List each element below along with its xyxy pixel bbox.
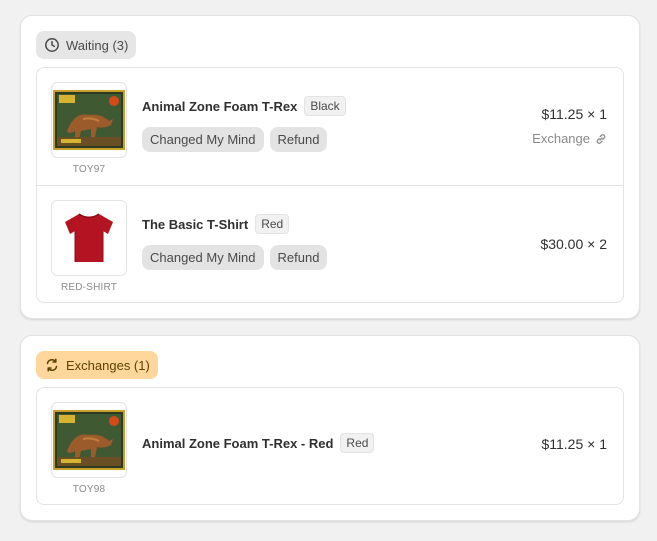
variant-badge: Red [340, 433, 375, 453]
exchange-link-label: Exchange [532, 131, 590, 146]
link-icon [596, 133, 606, 144]
clock-icon [45, 38, 59, 52]
exchange-link[interactable]: Exchange [532, 131, 607, 146]
product-title[interactable]: Animal Zone Foam T-Rex - Red [142, 436, 333, 451]
exchanges-badge-label: Exchanges (1) [66, 357, 150, 373]
waiting-badge-label: Waiting (3) [66, 37, 129, 53]
list-item: RED-SHIRT The Basic T-Shirt Red Changed … [37, 185, 623, 302]
reason-tag: Changed My Mind [142, 245, 264, 270]
exchange-arrows-icon [46, 358, 58, 372]
product-title[interactable]: The Basic T-Shirt [142, 217, 248, 232]
product-title[interactable]: Animal Zone Foam T-Rex [142, 99, 297, 114]
resolution-tag: Refund [269, 127, 328, 152]
list-item: TOY97 Animal Zone Foam T-Rex Black Chang… [37, 68, 623, 185]
price-quantity: $11.25 × 1 [541, 436, 607, 452]
exchanges-section-card: Exchanges (1) TOY98 Animal Zone Foam T-R… [20, 335, 640, 521]
product-image-red-shirt[interactable] [51, 200, 127, 276]
list-item: TOY98 Animal Zone Foam T-Rex - Red Red $… [37, 388, 623, 505]
resolution-tag: Refund [269, 245, 328, 270]
product-image-dinosaur-toy[interactable] [51, 82, 127, 158]
price-quantity: $11.25 × 1 [541, 106, 607, 122]
sku-label: TOY98 [72, 484, 106, 495]
waiting-section-card: Waiting (3) TOY97 Animal Zone Foam T-Rex… [20, 15, 640, 319]
price-quantity: $30.00 × 2 [540, 236, 607, 252]
waiting-items-list: TOY97 Animal Zone Foam T-Rex Black Chang… [36, 67, 624, 303]
variant-badge: Black [304, 96, 346, 116]
exchange-items-list: TOY98 Animal Zone Foam T-Rex - Red Red $… [36, 387, 624, 505]
variant-badge: Red [255, 214, 290, 234]
reason-tag: Changed My Mind [142, 127, 264, 152]
sku-label: RED-SHIRT [60, 282, 118, 293]
sku-label: TOY97 [72, 164, 106, 175]
waiting-status-badge: Waiting (3) [36, 31, 137, 59]
product-image-dinosaur-toy[interactable] [51, 402, 127, 478]
exchanges-status-badge: Exchanges (1) [36, 351, 158, 379]
